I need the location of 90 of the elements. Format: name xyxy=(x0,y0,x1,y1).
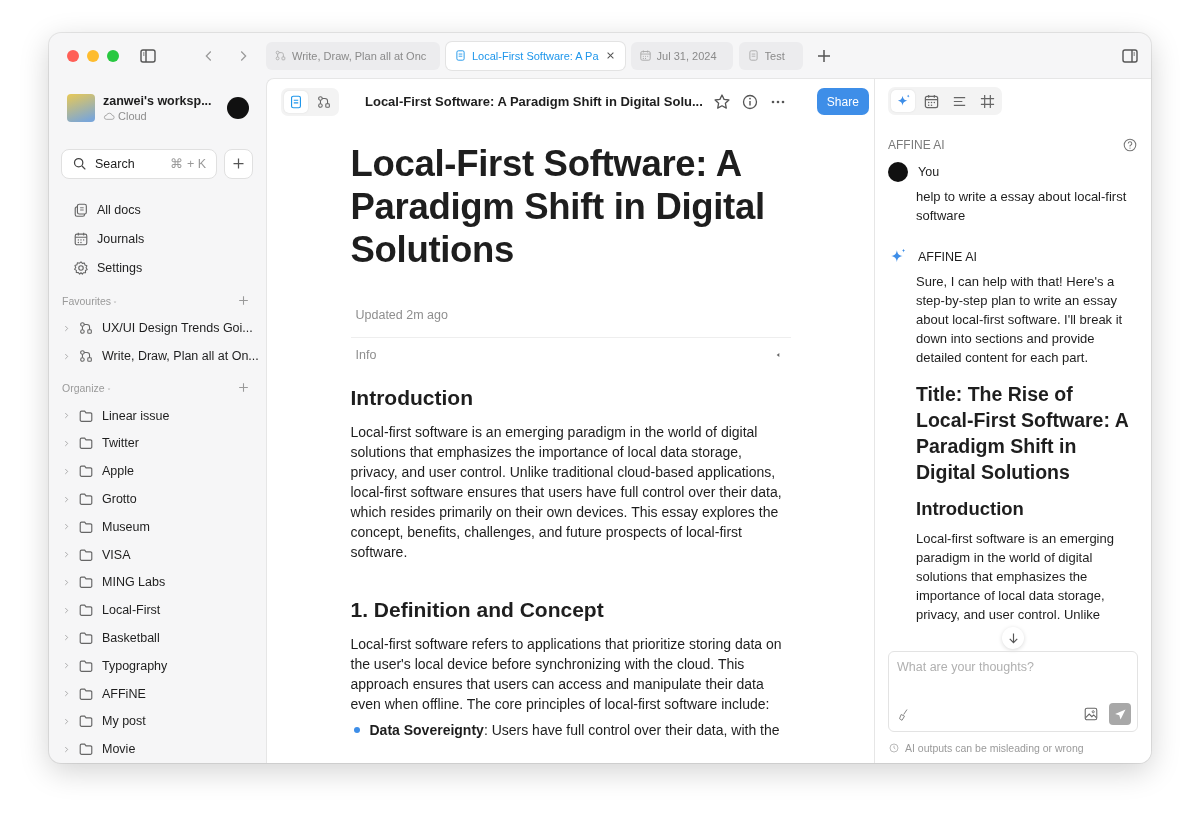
folder-icon xyxy=(78,407,94,424)
user-avatar xyxy=(888,162,908,182)
star-icon[interactable] xyxy=(712,92,731,111)
message-heading: Introduction xyxy=(916,497,1025,521)
edgeless-icon xyxy=(78,348,94,365)
message-text: Local-first software is an emerging paradigm in the world of digital solutions that emphasizes the importance of local data storage, privacy, and user control. Unlike xyxy=(916,530,1115,624)
section-label: Organize xyxy=(62,381,105,394)
folder-icon xyxy=(78,657,94,674)
list-item: Data Sovereignty: Users have full control over their data, with the xyxy=(369,721,780,740)
page-icon xyxy=(454,49,467,62)
right-panel-toggle-icon[interactable] xyxy=(1121,46,1139,65)
edgeless-icon xyxy=(274,49,287,62)
user-avatar[interactable] xyxy=(227,96,249,119)
minimize-button[interactable] xyxy=(87,49,99,62)
doc-title: Local-First Software: A Paradigm Shift in Digital Solu... xyxy=(365,94,703,109)
folder-item[interactable]: My post xyxy=(78,713,146,730)
folder-item[interactable]: MING Labs xyxy=(78,574,166,591)
folder-item[interactable]: Museum xyxy=(78,518,150,535)
folder-icon xyxy=(78,518,94,535)
folder-icon xyxy=(78,629,94,646)
paragraph: Local-first software is an emerging paradigm in the world of digital solutions that emphasizes the importance of local data storage, privacy, and user control. Unlike traditional cloud-based applications, local-first software ensures that users have full control over their data, which resides primarily on their own devices. This essay explores the concept, benefits, challenges, and future prospects of local-first software. xyxy=(350,423,783,562)
doc-heading: Local-First Software: A Paradigm Shift in Digital Solutions xyxy=(350,142,766,271)
new-doc-button[interactable] xyxy=(224,148,253,179)
info-icon[interactable] xyxy=(740,92,759,111)
calendar-icon xyxy=(638,49,652,62)
image-icon[interactable] xyxy=(1083,706,1099,722)
add-icon[interactable] xyxy=(237,381,250,395)
clock-icon xyxy=(888,741,900,754)
folder-item[interactable]: Basketball xyxy=(78,629,160,646)
section-heading: Introduction xyxy=(350,385,474,411)
folder-item[interactable]: AFFiNE xyxy=(78,685,146,702)
edgeless-mode-icon xyxy=(316,93,332,110)
folder-item[interactable]: VISA xyxy=(78,546,131,563)
updated-time: Updated 2m ago xyxy=(350,305,791,338)
folder-item[interactable]: Local-First xyxy=(78,602,161,619)
nav-item[interactable]: Settings xyxy=(61,253,253,283)
calendar-icon xyxy=(73,231,89,248)
folder-item[interactable]: Typography xyxy=(78,657,168,674)
nav-item[interactable]: Journals xyxy=(61,224,253,254)
nav-item[interactable]: All docs xyxy=(61,195,253,225)
help-icon[interactable] xyxy=(1122,137,1138,153)
message-text: Sure, I can help with that! Here's a step-by-step plan to write an essay about local-first software. I'll break it down into sections and provide detailed content for each part. xyxy=(916,273,1124,367)
message-heading: Title: The Rise of Local-First Software: A Paradigm Shift in Digital Solutions xyxy=(916,382,1128,485)
folder-icon xyxy=(78,491,94,508)
search-icon xyxy=(72,156,87,172)
folder-item[interactable]: Linear issue xyxy=(78,407,170,424)
workspace-avatar xyxy=(67,93,95,122)
close-button[interactable] xyxy=(67,49,79,62)
search-button[interactable]: Search ⌘ + K xyxy=(61,148,217,179)
folder-icon xyxy=(78,741,94,758)
folder-item[interactable]: Apple xyxy=(78,463,134,480)
folder-icon xyxy=(78,574,94,591)
settings-icon xyxy=(73,260,89,277)
add-icon[interactable] xyxy=(237,294,250,308)
section-label: Favourites xyxy=(62,294,112,307)
zoom-button[interactable] xyxy=(107,49,119,62)
panel-tab[interactable] xyxy=(891,90,915,112)
sidebar-toggle-icon[interactable] xyxy=(139,46,157,65)
favourite-doc[interactable]: UX/UI Design Trends Goi... xyxy=(78,320,253,337)
mode-button[interactable] xyxy=(284,90,308,113)
calendar-icon xyxy=(922,92,940,110)
chat-composer[interactable]: What are your thoughts? xyxy=(888,651,1138,732)
folder-icon xyxy=(78,463,94,480)
folder-icon xyxy=(78,685,94,702)
section-heading: 1. Definition and Concept xyxy=(350,597,605,623)
folder-item[interactable]: Twitter xyxy=(78,435,139,452)
folder-item[interactable]: Movie xyxy=(78,741,136,758)
docs-icon xyxy=(73,202,89,219)
message-text: help to write a essay about local-first software xyxy=(916,188,1128,225)
paragraph: Local-first software refers to applications that prioritize storing data on the user's local device before synchronizing with the cloud. This approach ensures that users can access and manipulate their data even when offline. The core principles of local-first software include: xyxy=(350,635,783,714)
author-name: You xyxy=(918,165,940,179)
folder-icon xyxy=(78,602,94,619)
edgeless-icon xyxy=(78,320,94,337)
bullet-dot xyxy=(353,727,360,733)
disclaimer: AI outputs can be misleading or wrong xyxy=(905,741,1084,754)
page-mode-icon xyxy=(288,93,304,110)
plus-icon xyxy=(231,156,246,172)
folder-icon xyxy=(78,435,94,452)
favourite-doc[interactable]: Write, Draw, Plan all at On... xyxy=(78,348,259,365)
workspace-name: zanwei's worksp... xyxy=(103,93,212,108)
folder-item[interactable]: Grotto xyxy=(78,491,137,508)
scroll-down-button[interactable] xyxy=(1002,627,1024,649)
author-name: AFFINE AI xyxy=(918,250,978,264)
panel-title: AFFINE AI xyxy=(888,138,945,152)
page-icon xyxy=(746,49,760,62)
send-button[interactable] xyxy=(1109,703,1131,725)
frame-icon xyxy=(978,92,996,110)
folder-icon xyxy=(78,713,94,730)
folder-icon xyxy=(78,546,94,563)
sync-status: Cloud xyxy=(118,109,147,122)
